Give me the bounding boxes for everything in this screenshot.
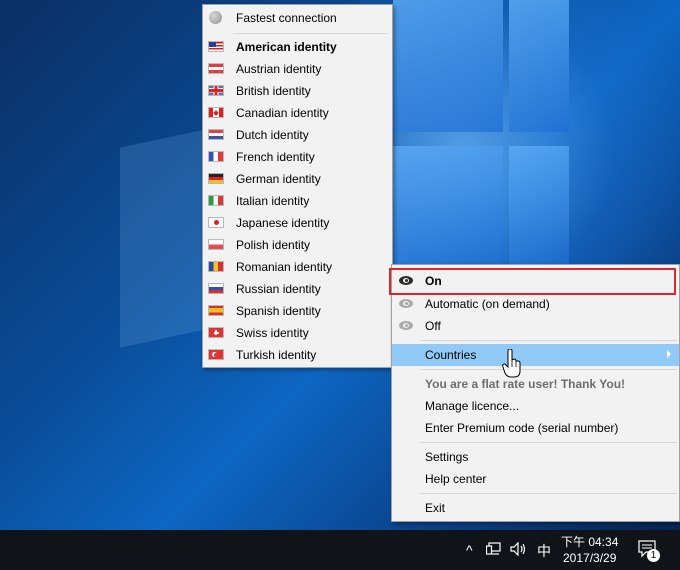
fr-flag-icon <box>208 151 224 162</box>
premium-code-item[interactable]: Enter Premium code (serial number) <box>392 417 679 439</box>
input-method-indicator[interactable]: 中 <box>537 541 551 561</box>
help-center-item[interactable]: Help center <box>392 468 679 490</box>
mode-off-item[interactable]: Off <box>392 315 679 337</box>
ro-flag-icon <box>208 261 224 272</box>
us-flag-icon <box>208 41 224 52</box>
countries-submenu: Fastest connection American identity Aus… <box>202 4 393 368</box>
identity-label: Italian identity <box>236 194 310 208</box>
identity-item-polish[interactable]: Polish identity <box>203 234 392 256</box>
identity-item-austrian[interactable]: Austrian identity <box>203 58 392 80</box>
identity-label: American identity <box>236 40 337 54</box>
menu-separator <box>233 33 388 34</box>
fastest-connection-label: Fastest connection <box>236 11 337 25</box>
ru-flag-icon <box>208 283 224 294</box>
menu-separator <box>420 369 677 370</box>
identity-item-turkish[interactable]: Turkish identity <box>203 344 392 366</box>
de-flag-icon <box>208 173 224 184</box>
ch-flag-icon <box>208 327 224 338</box>
exit-label: Exit <box>425 501 446 515</box>
clock-date[interactable]: 2017/3/29 <box>563 551 616 565</box>
wallpaper-pane <box>509 0 569 132</box>
notification-badge: 1 <box>647 549 660 562</box>
identity-item-spanish[interactable]: Spanish identity <box>203 300 392 322</box>
menu-separator <box>420 340 677 341</box>
mode-automatic-item[interactable]: Automatic (on demand) <box>392 293 679 315</box>
tr-flag-icon <box>208 349 224 360</box>
gb-flag-icon <box>208 85 224 96</box>
identity-item-british[interactable]: British identity <box>203 80 392 102</box>
hand-cursor-icon <box>502 349 521 378</box>
notification-count: 1 <box>650 550 657 561</box>
menu-separator <box>420 442 677 443</box>
fastest-connection-item[interactable]: Fastest connection <box>203 7 392 29</box>
identity-label: Japanese identity <box>236 216 330 230</box>
identity-item-swiss[interactable]: Swiss identity <box>203 322 392 344</box>
manage-licence-label: Manage licence... <box>425 399 520 413</box>
identity-label: Spanish identity <box>236 304 321 318</box>
clock-time[interactable]: 下午 04:34 <box>561 533 618 550</box>
premium-code-label: Enter Premium code (serial number) <box>425 421 619 435</box>
identity-item-french[interactable]: French identity <box>203 146 392 168</box>
manage-licence-item[interactable]: Manage licence... <box>392 395 679 417</box>
nl-flag-icon <box>208 129 224 140</box>
highlight-box <box>389 268 676 295</box>
wallpaper-pane <box>509 146 569 264</box>
network-icon[interactable] <box>486 542 502 556</box>
es-flag-icon <box>208 305 224 316</box>
jp-flag-icon <box>208 217 224 228</box>
flat-rate-label: You are a flat rate user! Thank You! <box>425 377 626 391</box>
identity-item-dutch[interactable]: Dutch identity <box>203 124 392 146</box>
identity-label: Austrian identity <box>236 62 322 76</box>
wallpaper-pane <box>393 0 503 132</box>
identity-item-russian[interactable]: Russian identity <box>203 278 392 300</box>
identity-label: Dutch identity <box>236 128 309 142</box>
identity-label: German identity <box>236 172 321 186</box>
volume-icon[interactable] <box>510 542 528 556</box>
wallpaper-pane <box>393 146 503 264</box>
identity-label: Turkish identity <box>236 348 317 362</box>
identity-label: Canadian identity <box>236 106 329 120</box>
flat-rate-message: You are a flat rate user! Thank You! <box>392 373 679 395</box>
identity-item-canadian[interactable]: Canadian identity <box>203 102 392 124</box>
exit-item[interactable]: Exit <box>392 497 679 519</box>
it-flag-icon <box>208 195 224 206</box>
settings-item[interactable]: Settings <box>392 446 679 468</box>
main-tray-menu: On Automatic (on demand) Off Countries Y… <box>389 264 680 522</box>
identity-item-italian[interactable]: Italian identity <box>203 190 392 212</box>
globe-icon <box>209 11 222 24</box>
at-flag-icon <box>208 63 224 74</box>
identity-label: British identity <box>236 84 311 98</box>
menu-separator <box>420 493 677 494</box>
identity-label: Russian identity <box>236 282 321 296</box>
identity-label: Swiss identity <box>236 326 309 340</box>
mode-automatic-label: Automatic (on demand) <box>425 297 550 311</box>
chevron-right-icon <box>667 350 671 358</box>
identity-item-german[interactable]: German identity <box>203 168 392 190</box>
identity-item-romanian[interactable]: Romanian identity <box>203 256 392 278</box>
mode-off-label: Off <box>425 319 441 333</box>
identity-label: French identity <box>236 150 315 164</box>
help-center-label: Help center <box>425 472 487 486</box>
settings-label: Settings <box>425 450 469 464</box>
pl-flag-icon <box>208 239 224 250</box>
identity-label: Romanian identity <box>236 260 333 274</box>
eye-icon <box>399 321 413 330</box>
ca-flag-icon <box>208 107 224 118</box>
identity-label: Polish identity <box>236 238 311 252</box>
identity-item-japanese[interactable]: Japanese identity <box>203 212 392 234</box>
show-hidden-icons-button[interactable]: ^ <box>466 542 473 558</box>
countries-label: Countries <box>425 348 477 362</box>
identity-item-american[interactable]: American identity <box>203 36 392 58</box>
taskbar: ^ 中 下午 04:34 2017/3/29 1 <box>0 530 680 570</box>
countries-item[interactable]: Countries <box>392 344 679 366</box>
eye-icon <box>399 299 413 308</box>
